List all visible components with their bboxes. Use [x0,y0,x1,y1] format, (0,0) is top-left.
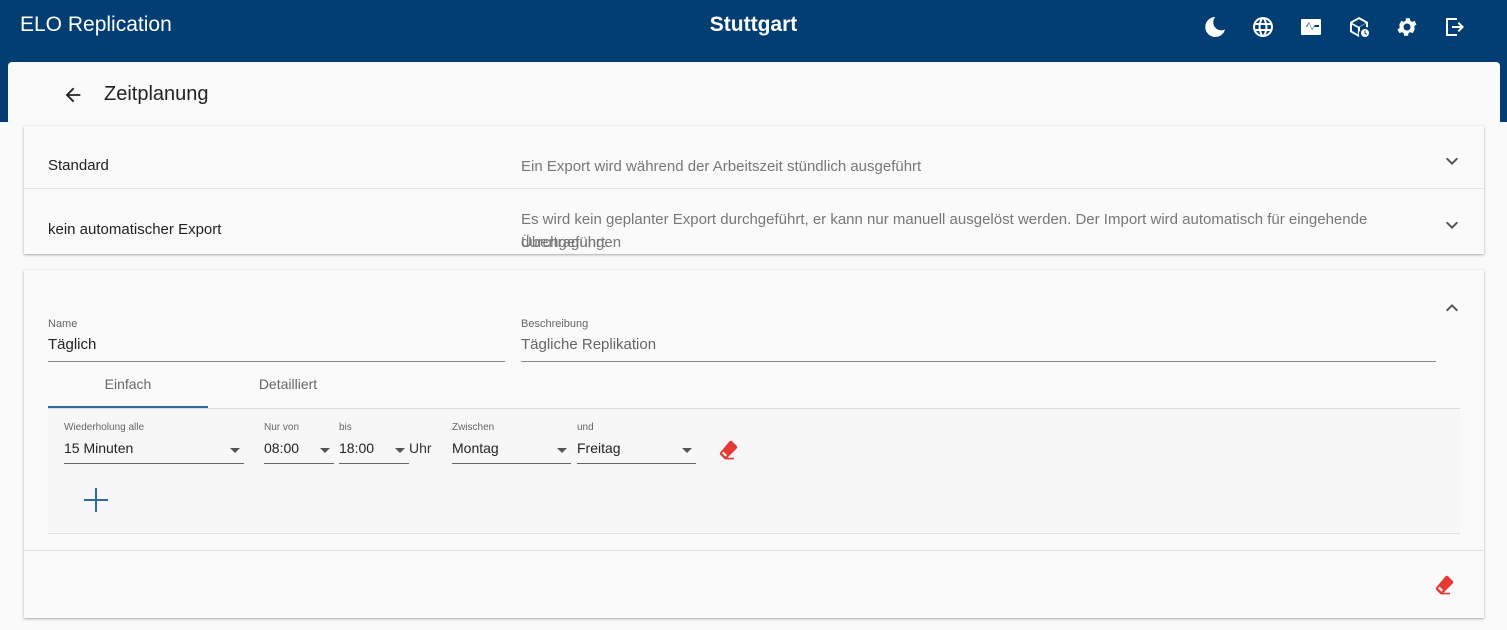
from-select[interactable]: 08:00 [264,440,299,456]
and-select[interactable]: Freitag [577,440,621,456]
gear-icon[interactable] [1383,14,1431,40]
repeat-select[interactable]: 15 Minuten [64,440,133,456]
repeat-label: Wiederholung alle [64,422,145,433]
chevron-up-icon[interactable] [1440,296,1464,320]
page-title: Zeitplanung [104,83,209,105]
eraser-icon[interactable] [716,438,740,462]
to-label: bis [339,422,352,433]
schedule-row-standard[interactable]: Standard Ein Export wird während der Arb… [24,126,1484,189]
page-header [60,82,86,108]
between-label: Zwischen [452,422,495,433]
chevron-down-icon[interactable] [1440,213,1464,237]
schedule-list: Standard Ein Export wird während der Arb… [24,126,1484,254]
schedule-name: kein automatischer Export [48,221,222,238]
chevron-down-icon[interactable] [395,448,405,453]
name-underline [48,361,505,362]
logout-icon[interactable] [1431,14,1479,40]
between-select[interactable]: Montag [452,440,499,456]
header-toolbar [1191,14,1479,40]
rule-container: Wiederholung alle 15 Minuten Nur von 08:… [48,409,1460,534]
editor-footer-divider [24,550,1484,551]
between-underline [452,463,571,464]
to-select[interactable]: 18:00 [339,440,374,456]
globe-icon[interactable] [1239,14,1287,40]
description-input[interactable]: Tägliche Replikation [521,336,656,353]
chevron-down-icon[interactable] [1440,149,1464,173]
schedule-description-line2: durchgeführt. [521,234,610,251]
add-rule-button[interactable] [80,484,112,516]
name-label: Name [48,318,78,330]
description-label: Beschreibung [521,318,589,330]
package-clock-icon[interactable] [1335,14,1383,40]
back-arrow-icon[interactable] [60,82,86,108]
chevron-down-icon[interactable] [557,448,567,453]
to-underline [339,463,409,464]
chevron-down-icon[interactable] [682,448,692,453]
schedule-name: Standard [48,157,109,174]
active-tab-indicator [48,406,208,408]
from-label: Nur von [264,422,300,433]
from-underline [264,463,334,464]
tab-einfach[interactable]: Einfach [48,376,208,392]
schedule-editor: Name Täglich Beschreibung Tägliche Repli… [24,270,1484,618]
schedule-description: Ein Export wird während der Arbeitszeit … [521,158,922,175]
and-label: und [577,422,594,433]
moon-icon[interactable] [1191,14,1239,40]
monitor-heartbeat-icon[interactable] [1287,14,1335,40]
description-underline [521,361,1436,362]
chevron-down-icon[interactable] [320,448,330,453]
and-underline [577,463,696,464]
repeat-underline [64,463,244,464]
tab-detailliert[interactable]: Detailliert [208,376,368,392]
name-input[interactable]: Täglich [48,336,96,353]
unit-label: Uhr [409,440,432,456]
schedule-row-manual[interactable]: kein automatischer Export Es wird kein g… [24,190,1484,254]
delete-schedule-eraser-icon[interactable] [1432,573,1456,597]
chevron-down-icon[interactable] [230,448,240,453]
